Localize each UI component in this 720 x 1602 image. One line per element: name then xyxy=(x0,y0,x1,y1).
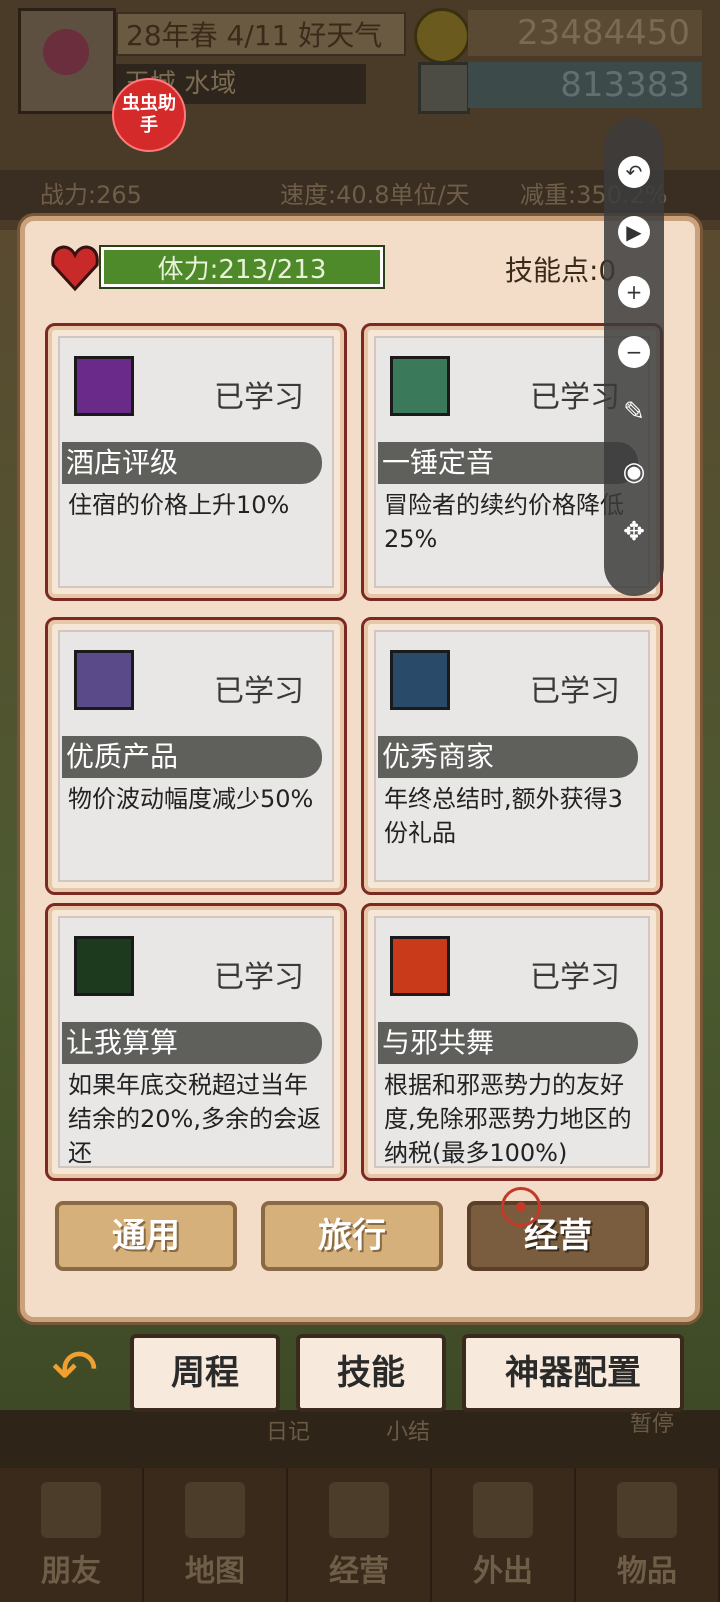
quality-product-icon xyxy=(74,650,134,710)
diary-label[interactable]: 日记 xyxy=(266,1414,310,1446)
skill-status: 已学习 xyxy=(214,380,304,415)
tab-general[interactable]: 通用 xyxy=(55,1201,237,1271)
bag-icon xyxy=(617,1482,677,1538)
skill-title: 优质产品 xyxy=(62,736,322,778)
skill-title: 与邪共舞 xyxy=(378,1022,638,1064)
skill-card-hotel-rating[interactable]: 已学习 酒店评级 住宿的价格上升10% xyxy=(45,323,347,601)
edit-icon[interactable]: ✎ xyxy=(618,396,650,428)
nav-map[interactable]: 地图 xyxy=(144,1468,288,1602)
skill-status: 已学习 xyxy=(214,674,304,709)
bottom-nav: 朋友 地图 经营 外出 物品 xyxy=(0,1468,720,1602)
move-icon[interactable]: ✥ xyxy=(618,516,650,548)
dim-status-row xyxy=(0,1410,720,1468)
tab-travel[interactable]: 旅行 xyxy=(261,1201,443,1271)
flower-icon xyxy=(43,29,89,75)
skill-title: 一锤定音 xyxy=(378,442,638,484)
weight-stat: 减重:350.2% xyxy=(520,181,668,209)
hammer-icon xyxy=(390,356,450,416)
gem-icon xyxy=(418,62,470,114)
date-display: 28年春 4/11 好天气 xyxy=(116,12,406,56)
undo-icon[interactable]: ↶ xyxy=(618,156,650,188)
shield-icon xyxy=(41,1482,101,1538)
play-icon[interactable]: ▶ xyxy=(618,216,650,248)
star-icon xyxy=(473,1482,533,1538)
map-icon xyxy=(185,1482,245,1538)
stamina-bar: 体力:213/213 xyxy=(101,247,383,287)
skill-title: 优秀商家 xyxy=(378,736,638,778)
skill-desc: 年终总结时,额外获得3份礼品 xyxy=(384,785,623,847)
skill-desc: 物价波动幅度减少50% xyxy=(68,785,314,813)
gem-count: 813383 xyxy=(468,62,702,108)
calculation-icon xyxy=(74,936,134,996)
sub-tab-skills[interactable]: 技能 xyxy=(296,1334,446,1412)
skill-card-merchant[interactable]: 已学习 优秀商家 年终总结时,额外获得3份礼品 xyxy=(361,617,663,895)
zoom-out-icon[interactable]: − xyxy=(618,336,650,368)
skill-desc: 根据和邪恶势力的友好度,免除邪恶势力地区的纳税(最多100%) xyxy=(384,1071,632,1167)
target-icon xyxy=(501,1187,541,1227)
back-arrow-icon[interactable]: ↶ xyxy=(40,1336,110,1406)
hotel-rating-icon xyxy=(74,356,134,416)
zoom-in-icon[interactable]: + xyxy=(618,276,650,308)
skill-title: 酒店评级 xyxy=(62,442,322,484)
merchant-icon xyxy=(390,650,450,710)
coin-count: 23484450 xyxy=(468,10,702,56)
skill-card-quality-product[interactable]: 已学习 优质产品 物价波动幅度减少50% xyxy=(45,617,347,895)
evil-dance-icon xyxy=(390,936,450,996)
helper-badge[interactable]: 虫虫助手 xyxy=(112,78,186,152)
nav-business[interactable]: 经营 xyxy=(288,1468,432,1602)
skill-card-calculation[interactable]: 已学习 让我算算 如果年底交税超过当年结余的20%,多余的会返还 xyxy=(45,903,347,1181)
skill-status: 已学习 xyxy=(530,960,620,995)
sub-tab-schedule[interactable]: 周程 xyxy=(130,1334,280,1412)
building-icon xyxy=(329,1482,389,1538)
skill-panel: 体力:213/213 技能点:0 已学习 酒店评级 住宿的价格上升10% 已学习… xyxy=(20,216,700,1322)
sub-tab-artifact-config[interactable]: 神器配置 xyxy=(462,1334,684,1412)
skill-title: 让我算算 xyxy=(62,1022,322,1064)
skill-status: 已学习 xyxy=(530,674,620,709)
skill-status: 已学习 xyxy=(214,960,304,995)
skill-desc: 如果年底交税超过当年结余的20%,多余的会返还 xyxy=(68,1071,321,1167)
tab-business[interactable]: 经营 xyxy=(467,1201,649,1271)
nav-items[interactable]: 物品 xyxy=(576,1468,720,1602)
coin-icon xyxy=(414,8,470,64)
skill-desc: 住宿的价格上升10% xyxy=(68,491,290,519)
nav-friends[interactable]: 朋友 xyxy=(0,1468,144,1602)
summary-label[interactable]: 小结 xyxy=(386,1414,430,1446)
player-avatar[interactable] xyxy=(18,8,116,114)
skill-card-evil-dance[interactable]: 已学习 与邪共舞 根据和邪恶势力的友好度,免除邪恶势力地区的纳税(最多100%) xyxy=(361,903,663,1181)
nav-outing[interactable]: 外出 xyxy=(432,1468,576,1602)
heart-icon xyxy=(51,245,99,292)
eye-icon[interactable]: ◉ xyxy=(618,456,650,488)
speed-stat: 速度:40.8单位/天 xyxy=(280,181,470,209)
floating-toolbar: ↶ ▶ + − ✎ ◉ ✥ xyxy=(604,118,664,596)
power-stat: 战力:265 xyxy=(40,181,142,209)
